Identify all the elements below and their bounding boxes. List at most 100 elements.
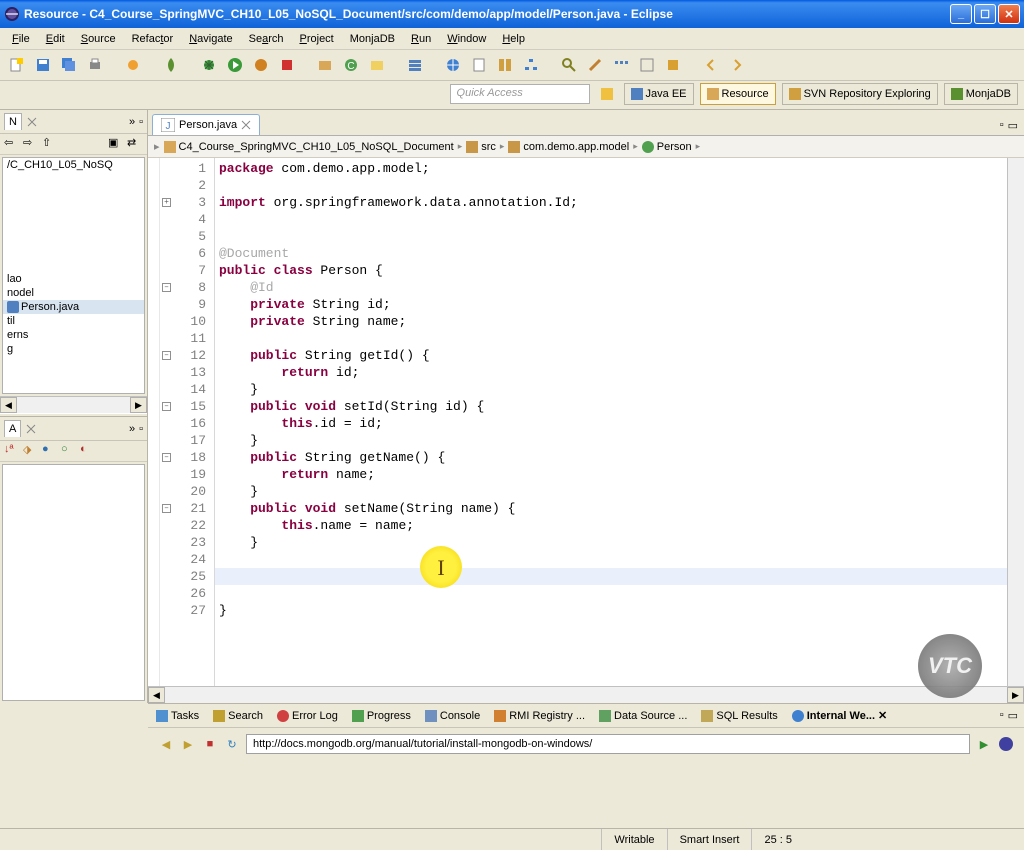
search-button[interactable] [558,54,580,76]
menu-monjadb[interactable]: MonjaDB [342,31,403,47]
browser-go-icon[interactable]: ▶ [976,736,992,752]
tab-search[interactable]: Search [211,708,265,724]
menu-window[interactable]: Window [439,31,494,47]
browser-stop-icon[interactable]: ■ [202,736,218,752]
tree-item[interactable]: nodel [3,286,144,300]
editor-scrollbar[interactable]: ◀▶ [148,686,1024,703]
perspective-svn[interactable]: SVN Repository Exploring [782,83,938,105]
tree-item[interactable]: til [3,314,144,328]
filter-nonpublic-icon[interactable]: ○ [61,443,77,459]
menu-run[interactable]: Run [403,31,439,47]
menu-search[interactable]: Search [241,31,292,47]
code-text[interactable]: package com.demo.app.model; import org.s… [215,158,1007,686]
maximize-button[interactable]: ☐ [974,4,996,24]
menu-help[interactable]: Help [494,31,533,47]
browser-url-input[interactable] [246,734,970,754]
tab-progress[interactable]: Progress [350,708,413,724]
view-menu-icon[interactable]: » [129,423,135,435]
editor-tab-person[interactable]: J Person.java [152,114,260,135]
new-jsp-button[interactable] [468,54,490,76]
browser-globe-icon[interactable] [998,736,1014,752]
navigator-tab[interactable]: N [4,113,22,130]
view-menu-icon[interactable]: » [129,116,135,128]
navigator-tree[interactable]: /C_CH10_L05_NoSQ lao nodel Person.java t… [2,157,145,394]
minimize-icon[interactable]: ▫ [139,423,143,435]
save-all-button[interactable] [58,54,80,76]
new-java-button[interactable] [122,54,144,76]
project-path[interactable]: /C_CH10_L05_NoSQ [3,158,144,172]
new-class-button[interactable]: C [340,54,362,76]
menu-refactor[interactable]: Refactor [124,31,182,47]
forward-button[interactable] [726,54,748,76]
menu-file[interactable]: File [4,31,38,47]
close-button[interactable]: ✕ [998,4,1020,24]
back-icon[interactable]: ⇦ [4,136,20,152]
outline-tab[interactable]: A [4,420,21,437]
svn-sync-button[interactable] [494,54,516,76]
hierarchy-button[interactable] [520,54,542,76]
tab-error-log[interactable]: Error Log [275,708,340,724]
outline-tree[interactable] [2,464,145,701]
back-button[interactable] [700,54,722,76]
quick-access-input[interactable]: Quick Access [450,84,590,104]
run-button[interactable] [224,54,246,76]
open-perspective-button[interactable] [596,83,618,105]
browser-back-icon[interactable]: ◀ [158,736,174,752]
new-server-button[interactable] [404,54,426,76]
minimize-icon[interactable]: ▫ [139,116,143,128]
filter-local-icon[interactable]: ◐ [80,443,96,459]
close-icon[interactable] [241,120,251,130]
tab-internal-web[interactable]: Internal We... ✕ [790,707,889,724]
vertical-scrollbar[interactable] [1007,158,1024,686]
minimize-icon[interactable]: ▫ [1000,709,1004,722]
toggle-mark-button[interactable] [636,54,658,76]
web-browser-button[interactable] [442,54,464,76]
browser-refresh-icon[interactable]: ↻ [224,736,240,752]
tree-item[interactable]: g [3,342,144,356]
pin-button[interactable] [662,54,684,76]
close-icon[interactable] [25,423,37,435]
breadcrumb-package[interactable]: com.demo.app.model [508,141,629,153]
maximize-icon[interactable]: ▭ [1008,709,1018,722]
open-type-button[interactable] [366,54,388,76]
navigator-scrollbar[interactable]: ◀▶ [0,396,147,413]
ext-tools-button[interactable] [276,54,298,76]
menu-navigate[interactable]: Navigate [181,31,240,47]
menu-project[interactable]: Project [292,31,342,47]
breadcrumb-src[interactable]: src [466,141,496,153]
forward-icon[interactable]: ⇨ [23,136,39,152]
annotate-button[interactable] [584,54,606,76]
perspective-monjadb[interactable]: MonjaDB [944,83,1018,105]
toggle-breadcrumb-button[interactable] [610,54,632,76]
new-button[interactable] [6,54,28,76]
new-package-button[interactable] [314,54,336,76]
tree-item[interactable]: erns [3,328,144,342]
filter-static-icon[interactable]: ● [42,443,58,459]
debug-button[interactable] [198,54,220,76]
close-icon[interactable]: ✕ [878,709,887,722]
maximize-editor-icon[interactable]: ▭ [1008,119,1018,132]
up-icon[interactable]: ⇧ [42,136,58,152]
tab-datasource[interactable]: Data Source ... [597,708,689,724]
tree-item-selected[interactable]: Person.java [3,300,144,314]
print-button[interactable] [84,54,106,76]
breadcrumb-project[interactable]: C4_Course_SpringMVC_CH10_L05_NoSQL_Docum… [164,141,454,153]
menu-source[interactable]: Source [73,31,124,47]
tab-rmi[interactable]: RMI Registry ... [492,708,587,724]
sort-icon[interactable]: ↓ª [4,443,20,459]
save-button[interactable] [32,54,54,76]
tab-console[interactable]: Console [423,708,482,724]
perspective-resource[interactable]: Resource [700,83,776,105]
tab-tasks[interactable]: Tasks [154,708,201,724]
filter-fields-icon[interactable]: ⬗ [23,443,39,459]
link-icon[interactable]: ⇄ [127,136,143,152]
tab-sql[interactable]: SQL Results [699,708,779,724]
tree-item[interactable]: lao [3,272,144,286]
browser-forward-icon[interactable]: ▶ [180,736,196,752]
collapse-icon[interactable]: ▣ [108,136,124,152]
minimize-button[interactable]: _ [950,4,972,24]
close-icon[interactable] [26,116,38,128]
minimize-editor-icon[interactable]: ▫ [1000,119,1004,132]
code-editor[interactable]: 123+45678–9101112–131415–161718–192021–2… [148,158,1024,686]
run-last-button[interactable] [250,54,272,76]
